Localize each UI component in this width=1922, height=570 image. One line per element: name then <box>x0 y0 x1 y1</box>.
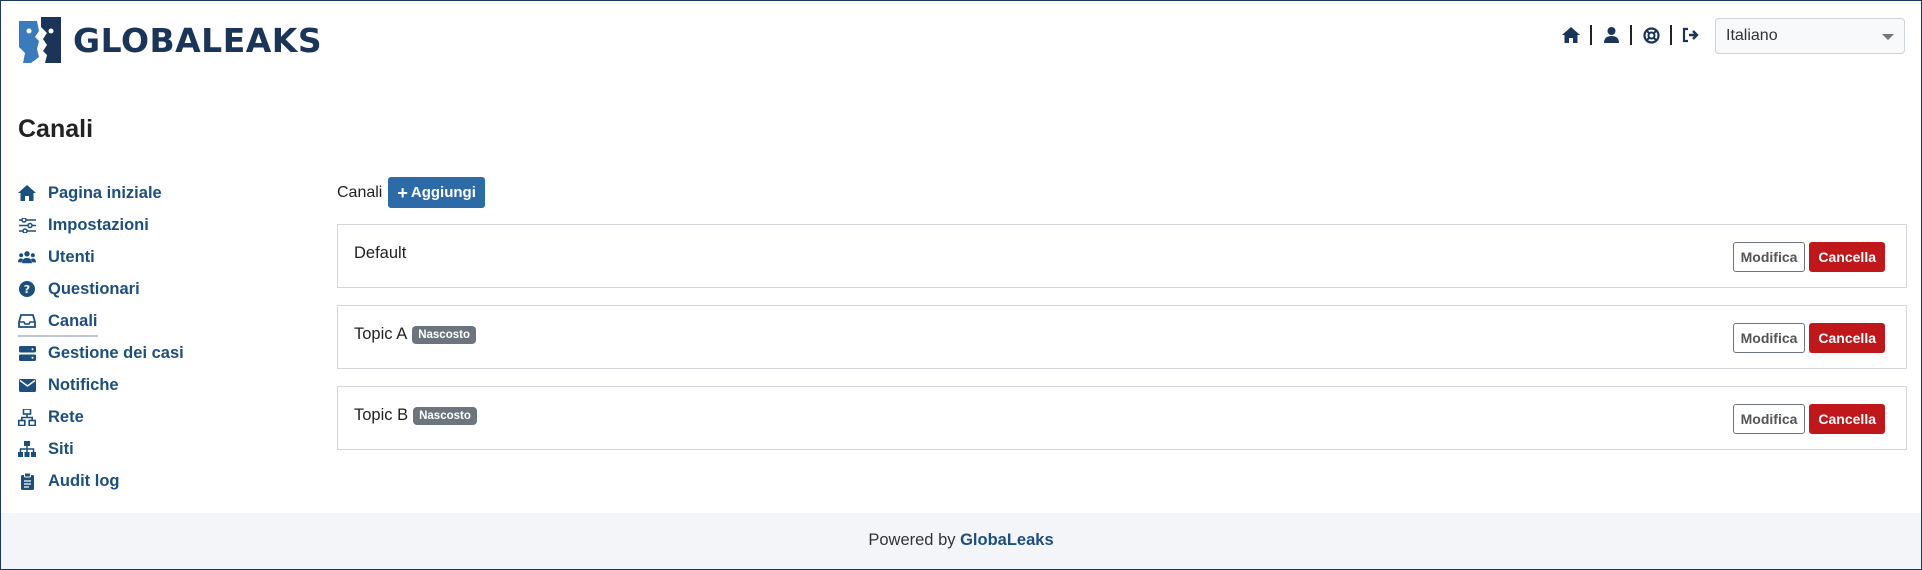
inbox-icon <box>18 312 36 330</box>
channel-name: Topic A <box>354 325 408 343</box>
channel-name: Default <box>354 244 407 262</box>
sidebar-item-label: Audit log <box>48 471 120 490</box>
main-content: Canali + Aggiungi Default Modifica Cance… <box>337 177 1907 450</box>
footer: Powered by GlobaLeaks <box>1 513 1921 569</box>
sidebar-item-settings[interactable]: Impostazioni <box>18 209 258 241</box>
language-select-value: Italiano <box>1726 27 1778 44</box>
clipboard-icon <box>18 472 36 490</box>
sidebar-item-network[interactable]: Rete <box>18 401 258 433</box>
channel-title: Default <box>354 244 406 263</box>
hidden-badge: Nascosto <box>413 406 477 425</box>
section-label: Canali <box>337 183 383 201</box>
page-title: Canali <box>18 115 94 143</box>
server-icon <box>18 344 36 362</box>
sidebar-item-sites[interactable]: Siti <box>18 433 258 465</box>
sidebar-item-case-management[interactable]: Gestione dei casi <box>18 337 258 369</box>
envelope-icon <box>18 376 36 394</box>
svg-text:?: ? <box>24 283 30 296</box>
footer-brand-link[interactable]: GlobaLeaks <box>960 531 1054 549</box>
add-channel-button[interactable]: + Aggiungi <box>388 177 485 208</box>
globaleaks-logo-icon <box>19 17 61 63</box>
sidebar-item-label: Notifiche <box>48 375 119 394</box>
sidebar-item-label: Questionari <box>48 279 140 298</box>
sidebar-item-label: Rete <box>48 407 84 426</box>
sidebar-item-label: Utenti <box>48 247 95 266</box>
delete-button[interactable]: Cancella <box>1809 404 1885 434</box>
sidebar-item-label: Impostazioni <box>48 215 149 234</box>
divider <box>1630 25 1632 45</box>
sidebar-item-channels[interactable]: Canali <box>18 305 258 337</box>
sidebar-item-home[interactable]: Pagina iniziale <box>18 177 258 209</box>
home-icon[interactable] <box>1561 25 1581 45</box>
chevron-down-icon <box>1882 34 1894 40</box>
edit-button[interactable]: Modifica <box>1732 323 1806 353</box>
network-icon <box>18 408 36 426</box>
support-icon[interactable] <box>1641 25 1661 45</box>
channels-toolbar: Canali + Aggiungi <box>337 177 1907 208</box>
channel-name: Topic B <box>354 406 409 424</box>
sidebar-item-notifications[interactable]: Notifiche <box>18 369 258 401</box>
channel-actions: Modifica Cancella <box>1732 323 1885 353</box>
user-icon[interactable] <box>1601 25 1621 45</box>
sidebar-item-questionnaires[interactable]: ? Questionari <box>18 273 258 305</box>
question-icon: ? <box>18 280 36 298</box>
sitemap-icon <box>18 440 36 458</box>
users-icon <box>18 248 36 266</box>
sidebar-item-label: Siti <box>48 439 74 458</box>
top-icons <box>1561 25 1701 45</box>
channel-card: Default Modifica Cancella <box>337 224 1907 288</box>
channel-actions: Modifica Cancella <box>1732 242 1885 272</box>
logo[interactable]: GLOBALEAKS <box>17 17 322 63</box>
channel-actions: Modifica Cancella <box>1732 404 1885 434</box>
sidebar-item-label: Gestione dei casi <box>48 343 184 362</box>
header: GLOBALEAKS Italiano <box>1 1 1921 91</box>
divider <box>1670 25 1672 45</box>
divider <box>1590 25 1592 45</box>
footer-prefix: Powered by <box>868 531 961 549</box>
sidebar: Pagina iniziale Impostazioni Utenti ? Qu… <box>18 177 258 497</box>
home-icon <box>18 184 36 202</box>
delete-button[interactable]: Cancella <box>1809 323 1885 353</box>
sidebar-item-label: Pagina iniziale <box>48 183 162 202</box>
logout-icon[interactable] <box>1681 25 1701 45</box>
logo-text: GLOBALEAKS <box>73 20 323 60</box>
sidebar-item-label: Canali <box>18 311 98 337</box>
edit-button[interactable]: Modifica <box>1732 242 1806 272</box>
edit-button[interactable]: Modifica <box>1732 404 1806 434</box>
channel-title: Topic A Nascosto <box>354 325 476 344</box>
channel-card: Topic A Nascosto Modifica Cancella <box>337 305 1907 369</box>
plus-icon: + <box>397 182 408 203</box>
add-button-label: Aggiungi <box>410 184 476 201</box>
channel-card: Topic B Nascosto Modifica Cancella <box>337 386 1907 450</box>
hidden-badge: Nascosto <box>412 325 476 344</box>
sidebar-item-audit-log[interactable]: Audit log <box>18 465 258 497</box>
language-select[interactable]: Italiano <box>1715 18 1905 54</box>
sidebar-item-users[interactable]: Utenti <box>18 241 258 273</box>
delete-button[interactable]: Cancella <box>1809 242 1885 272</box>
sliders-icon <box>18 216 36 234</box>
channel-title: Topic B Nascosto <box>354 406 477 425</box>
